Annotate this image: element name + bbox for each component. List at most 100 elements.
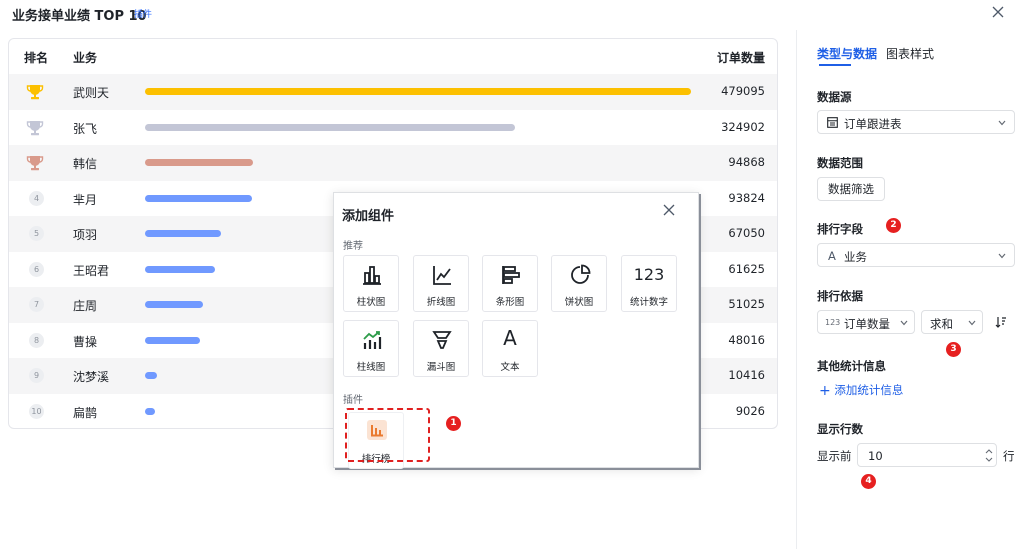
stepper-icon[interactable] [985, 448, 993, 463]
tile-label: 饼状图 [564, 297, 594, 308]
dialog-title: 添加组件 [342, 209, 395, 224]
order-count-value: 10416 [728, 368, 765, 382]
tile-label: 文本 [500, 362, 520, 373]
trophy-icon [26, 156, 44, 171]
order-count-bar [145, 123, 515, 131]
business-name: 武则天 [73, 86, 110, 100]
rows-shown-value: 10 [868, 449, 883, 463]
active-tab-indicator [819, 64, 851, 66]
add-statistic-label: 添加统计信息 [834, 383, 904, 397]
order-count-bar [145, 230, 221, 237]
aggregation-select[interactable]: 求和 [921, 310, 983, 334]
column-header-order-count: 订单数量 [716, 51, 765, 65]
chevron-down-icon [900, 320, 908, 326]
datasource-value: 订单跟进表 [844, 117, 902, 131]
business-name: 曹操 [73, 334, 98, 349]
plugin-badge: 插件 [134, 10, 153, 20]
horizontal-bar-chart-icon [502, 266, 520, 284]
order-count-value: 61625 [728, 261, 765, 276]
number-type-icon: 123 [825, 318, 841, 327]
rank-number: 5 [29, 226, 44, 241]
tile-funnel-chart[interactable]: 漏斗图 [413, 320, 469, 377]
column-header-rank: 排名 [24, 51, 49, 65]
order-count-bar [145, 265, 215, 273]
other-stats-label: 其他统计信息 [817, 359, 886, 373]
recommended-section-label: 推荐 [343, 241, 363, 252]
rank-basis-label: 排行依据 [817, 289, 863, 303]
tile-statistic-number[interactable]: 123 统计数字 [621, 255, 677, 312]
rank-field-select[interactable]: A 业务 [817, 243, 1015, 267]
text-icon: A [503, 326, 517, 350]
step-marker-4: 4 [861, 474, 876, 489]
table-row: 张飞 324902 [9, 110, 777, 146]
step-marker-2: 2 [886, 218, 901, 233]
tile-bar-chart[interactable]: 柱状图 [343, 255, 399, 312]
order-count-bar [145, 159, 253, 166]
plugin-highlight-box [345, 408, 430, 462]
header: 业务接单业绩 TOP 10 插件 [0, 0, 1024, 30]
order-count-value: 9026 [735, 403, 765, 418]
chevron-down-icon [998, 120, 1006, 126]
trophy-icon [26, 85, 44, 100]
order-count-bar [145, 407, 155, 415]
order-count-value: 94868 [728, 155, 765, 169]
tab-chart-style[interactable]: 图表样式 [886, 45, 934, 62]
pie-chart-icon [571, 264, 591, 284]
data-filter-button[interactable]: 数据筛选 [817, 177, 885, 201]
close-icon[interactable] [988, 2, 1008, 22]
rows-shown-suffix: 行 [1003, 449, 1015, 463]
rank-field-value: 业务 [844, 250, 867, 264]
trophy-icon [26, 120, 44, 135]
rank-number: 4 [29, 190, 44, 206]
tile-label: 漏斗图 [426, 362, 456, 373]
add-statistic-link[interactable]: + 添加统计信息 [819, 382, 903, 399]
dialog-close-icon[interactable] [660, 201, 678, 219]
order-count-value: 67050 [728, 226, 765, 240]
step-marker-1: 1 [446, 416, 461, 431]
datasource-select[interactable]: 订单跟进表 [817, 110, 1015, 134]
config-panel: 类型与数据 图表样式 数据源 订单跟进表 数据范围 数据筛选 排行字段 A 业务… [796, 30, 1024, 549]
order-count-value: 479095 [721, 84, 765, 98]
order-count-value: 51025 [728, 297, 765, 311]
business-name: 王昭君 [73, 263, 110, 278]
plugins-section-label: 插件 [343, 395, 363, 406]
line-chart-icon [433, 266, 451, 285]
page-title: 业务接单业绩 TOP 10 [12, 9, 147, 24]
tile-line-chart[interactable]: 折线图 [413, 255, 469, 312]
datasource-label: 数据源 [817, 90, 852, 104]
tile-label: 柱状图 [356, 297, 386, 308]
business-name: 项羽 [73, 228, 98, 242]
tab-type-and-data[interactable]: 类型与数据 [817, 45, 877, 62]
table-icon [827, 117, 838, 128]
table-row: 韩信 94868 [9, 145, 777, 181]
tile-text[interactable]: A 文本 [482, 320, 538, 377]
rank-number: 9 [29, 368, 44, 383]
aggregation-value: 求和 [930, 317, 953, 331]
order-count-value: 93824 [728, 190, 765, 205]
rows-shown-prefix: 显示前 [817, 449, 852, 463]
business-name: 沈梦溪 [73, 370, 110, 384]
rank-basis-field-select[interactable]: 123 订单数量 [817, 310, 915, 334]
rows-shown-input[interactable]: 10 [857, 443, 997, 467]
order-count-value: 48016 [728, 332, 765, 347]
tile-horizontal-bar-chart[interactable]: 条形图 [482, 255, 538, 312]
text-type-icon: A [828, 249, 836, 263]
tile-combo-chart[interactable]: 柱线图 [343, 320, 399, 377]
business-name: 芈月 [73, 192, 98, 207]
rank-basis-field-value: 订单数量 [844, 317, 890, 331]
tile-label: 折线图 [426, 297, 456, 308]
tile-label: 统计数字 [629, 297, 668, 308]
step-marker-3: 3 [946, 342, 961, 357]
tile-pie-chart[interactable]: 饼状图 [551, 255, 607, 312]
chevron-down-icon [998, 253, 1006, 259]
business-name: 扁鹊 [73, 405, 98, 420]
funnel-chart-icon [432, 331, 452, 349]
order-count-bar [145, 336, 200, 344]
rank-number: 6 [29, 261, 44, 277]
combo-chart-icon [363, 331, 382, 349]
chevron-down-icon [968, 320, 976, 326]
sort-order-icon[interactable] [995, 316, 1007, 328]
business-name: 张飞 [73, 121, 98, 136]
business-name: 韩信 [73, 157, 98, 171]
tile-label: 柱线图 [356, 362, 386, 373]
